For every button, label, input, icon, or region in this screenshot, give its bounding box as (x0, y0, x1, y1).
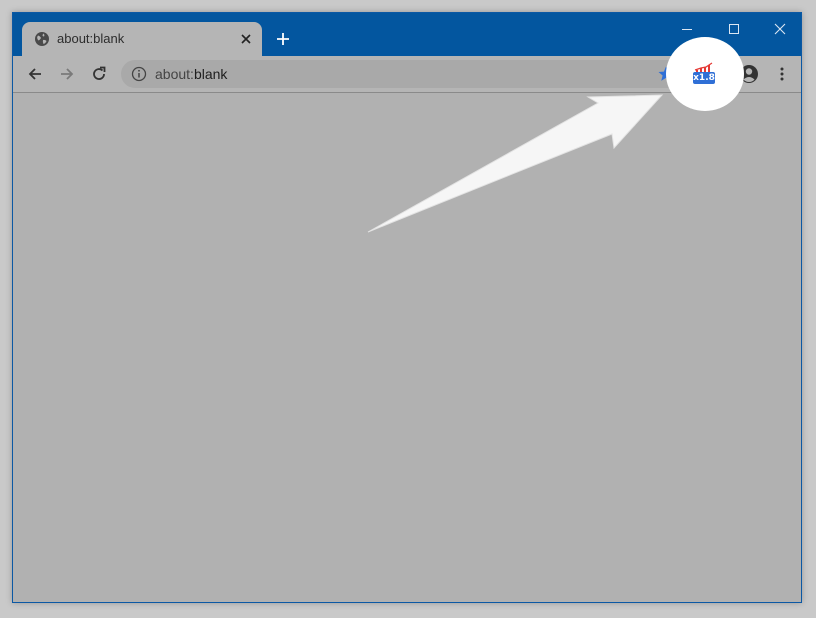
speed-badge: x1.8 (693, 72, 715, 84)
tab-title: about:blank (57, 31, 125, 46)
maximize-icon[interactable] (720, 17, 748, 41)
arrow-right-icon[interactable] (55, 62, 79, 86)
kebab-menu-icon[interactable] (770, 62, 794, 86)
close-icon[interactable] (237, 30, 255, 48)
plus-icon[interactable] (272, 28, 294, 50)
speed-extension-button[interactable]: x1.8 (692, 62, 718, 88)
globe-icon (34, 31, 50, 47)
page-content (13, 93, 801, 602)
info-icon[interactable] (131, 66, 147, 82)
arrow-left-icon[interactable] (23, 62, 47, 86)
window-close-icon[interactable] (766, 17, 794, 41)
address-bar[interactable]: about:blank (121, 60, 683, 88)
url-host: blank (193, 66, 228, 82)
url-text[interactable]: about:blank (155, 66, 227, 82)
url-scheme: about: (155, 66, 194, 82)
tab-about-blank[interactable]: about:blank (22, 22, 262, 56)
reload-icon[interactable] (87, 62, 111, 86)
